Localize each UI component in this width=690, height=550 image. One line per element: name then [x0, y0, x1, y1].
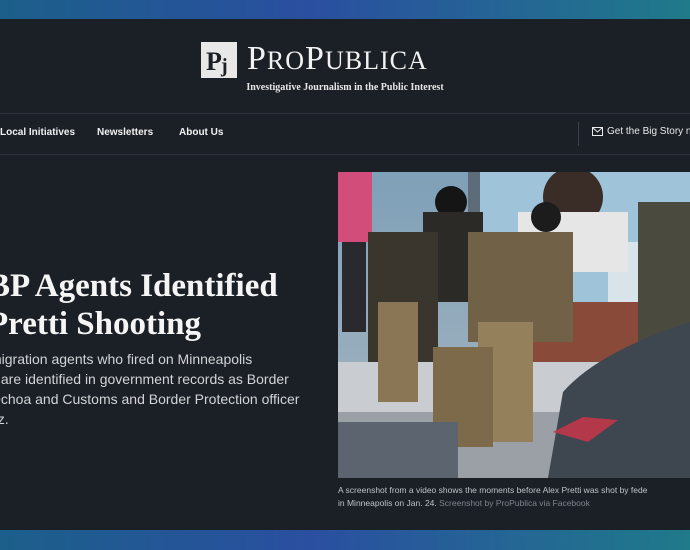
mail-icon — [592, 127, 603, 136]
headline-line-2: Pretti Shooting — [0, 306, 201, 342]
story-photo[interactable] — [338, 172, 690, 478]
story-dek: migration agents who fired on Minneapoli… — [0, 349, 320, 429]
dek-line-1: migration agents who fired on Minneapoli… — [0, 351, 253, 367]
svg-text:P: P — [206, 47, 222, 76]
dek-line-2: ti are identified in government records … — [0, 371, 289, 387]
newsletter-signup-link[interactable]: Get the Big Story ne — [592, 126, 690, 137]
story-headline[interactable]: BP Agents Identified Pretti Shooting — [0, 267, 318, 343]
page-frame: P j PROPUBLICA Investigative Journalism … — [0, 19, 690, 530]
main-nav: Local Initiatives Newsletters About Us G… — [0, 114, 690, 155]
photo-caption: A screenshot from a video shows the mome… — [338, 484, 690, 510]
site-header: P j PROPUBLICA Investigative Journalism … — [0, 19, 690, 114]
caption-line-2-text: in Minneapolis on Jan. 24. — [338, 498, 437, 508]
site-tagline: Investigative Journalism in the Public I… — [246, 82, 444, 93]
photo-credit: Screenshot by ProPublica via Facebook — [439, 498, 590, 508]
newsletter-signup-label: Get the Big Story ne — [607, 126, 690, 137]
headline-line-1: BP Agents Identified — [0, 268, 278, 304]
nav-item-about-us[interactable]: About Us — [179, 127, 223, 138]
caption-line-2: in Minneapolis on Jan. 24. Screenshot by… — [338, 497, 690, 510]
logo-wordmark: PROPUBLICA — [247, 40, 428, 77]
nav-divider — [578, 122, 579, 146]
nav-item-newsletters[interactable]: Newsletters — [97, 127, 153, 138]
nav-item-local-initiatives[interactable]: Local Initiatives — [0, 127, 75, 138]
logo-mark-icon: P j — [201, 42, 237, 78]
caption-line-1: A screenshot from a video shows the mome… — [338, 485, 648, 495]
propublica-logo[interactable]: P j PROPUBLICA — [201, 41, 428, 79]
dek-line-4: ez. — [0, 411, 9, 427]
dek-line-3: Ochoa and Customs and Border Protection … — [0, 391, 300, 407]
svg-text:j: j — [220, 55, 228, 77]
